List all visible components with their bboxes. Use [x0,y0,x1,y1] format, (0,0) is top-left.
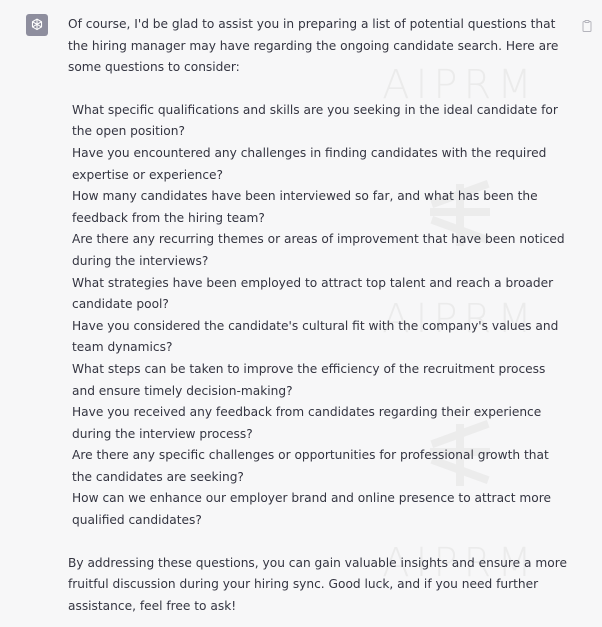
list-item: Have you encountered any challenges in f… [72,145,547,182]
clipboard-icon[interactable] [582,17,592,32]
openai-logo-icon [26,14,48,36]
list-item: How can we enhance our employer brand an… [72,491,551,528]
message-closing: By addressing these questions, you can g… [68,555,567,613]
assistant-message: Of course, I'd be glad to assist you in … [68,14,578,617]
list-item: What steps can be taken to improve the e… [72,361,546,398]
list-item: Have you received any feedback from cand… [72,405,542,441]
list-item: Are there any recurring themes or areas … [72,232,565,268]
message-intro: Of course, I'd be glad to assist you in … [68,17,559,75]
list-item: What strategies have been employed to at… [72,275,554,312]
chat-page: AIPRM AIPRM AIPRM Of course, I'd be glad… [0,0,602,627]
list-item: Have you considered the candidate's cult… [72,318,559,355]
list-item: What specific qualifications and skills … [72,102,558,139]
list-item: Are there any specific challenges or opp… [72,448,549,484]
question-list: What specific qualifications and skills … [72,100,572,532]
list-item: How many candidates have been interviewe… [72,189,538,225]
